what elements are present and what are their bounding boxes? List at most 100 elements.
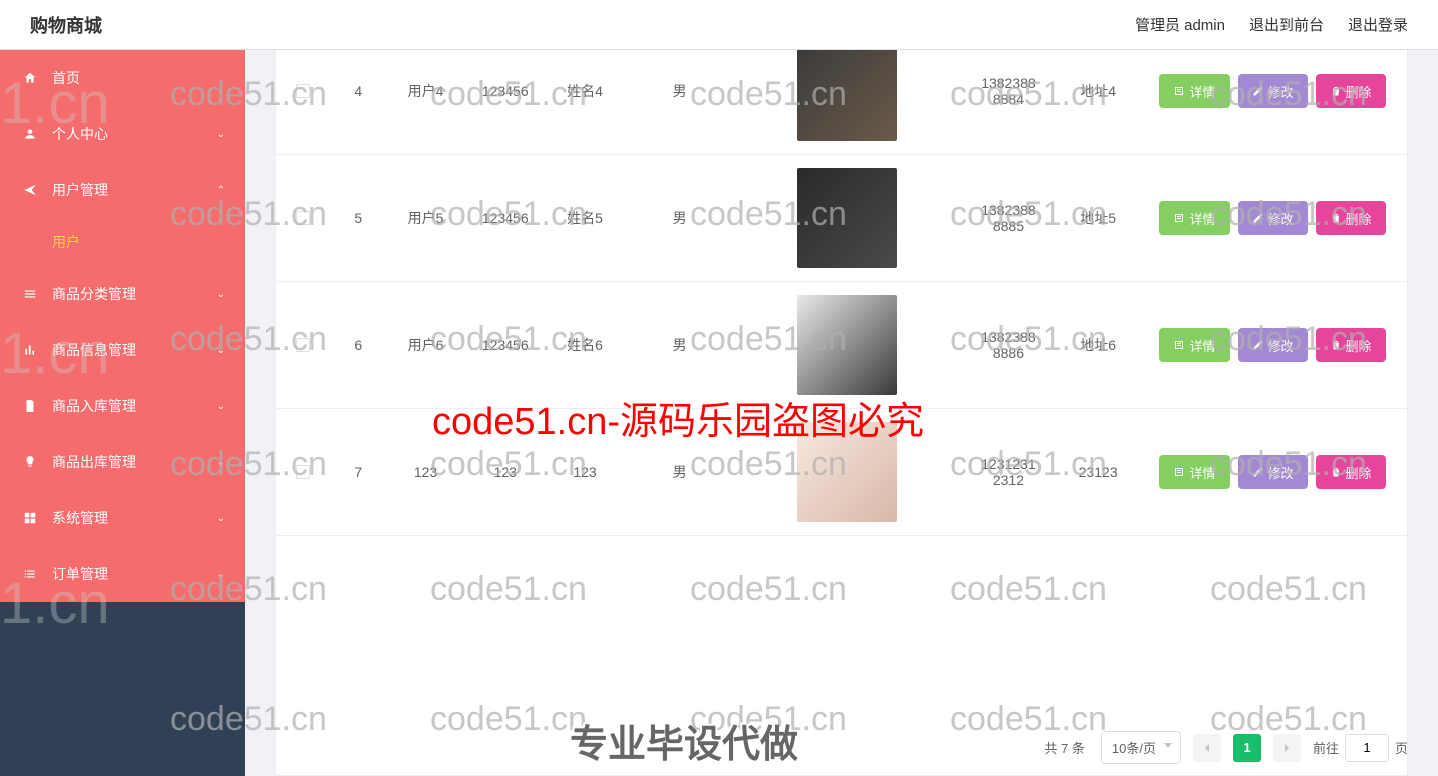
cell-password: 123456 (465, 202, 545, 234)
cell-address: 23123 (1058, 456, 1138, 488)
sidebar-label: 订单管理 (52, 564, 108, 584)
cell-user: 用户6 (386, 327, 466, 363)
bars-icon (20, 287, 40, 301)
cell-user: 123 (386, 456, 466, 488)
page-number-button[interactable]: 1 (1233, 734, 1261, 762)
page-prev-button[interactable] (1193, 734, 1221, 762)
cell-name: 123 (545, 456, 625, 488)
page-total: 共 7 条 (1044, 738, 1084, 757)
detail-button[interactable]: 详情 (1159, 201, 1229, 235)
logo: 购物商城 (30, 12, 102, 38)
sidebar-label: 商品信息管理 (52, 340, 136, 360)
sidebar-item-user-mgmt[interactable]: 用户管理 ⌃ (0, 162, 245, 218)
home-icon (20, 71, 40, 85)
avatar (797, 422, 897, 522)
edit-button[interactable]: 修改 (1238, 455, 1308, 489)
cell-user: 用户5 (386, 200, 466, 236)
doc-icon (20, 399, 40, 413)
sidebar-label: 商品出库管理 (52, 452, 136, 472)
bulb-icon (20, 455, 40, 469)
cell-id: 5 (331, 202, 386, 234)
table-row: 7123123123男1231231231223123详情修改删除 (276, 409, 1407, 536)
sidebar-item-system[interactable]: 系统管理 ⌄ (0, 490, 245, 546)
cell-id: 4 (331, 75, 386, 107)
cell-address: 地址6 (1058, 327, 1138, 363)
sidebar-item-profile[interactable]: 个人中心 ⌄ (0, 106, 245, 162)
sidebar-label: 首页 (52, 68, 80, 88)
cell-address: 地址5 (1058, 200, 1138, 236)
avatar (797, 295, 897, 395)
row-checkbox[interactable] (296, 465, 310, 479)
cell-name: 姓名5 (545, 200, 625, 236)
chevron-down-icon: ⌄ (217, 129, 225, 140)
cell-sex: 男 (625, 200, 735, 236)
row-checkbox[interactable] (296, 211, 310, 225)
cell-sex: 男 (625, 454, 735, 490)
goto-input[interactable] (1345, 734, 1389, 762)
cell-name: 姓名4 (545, 73, 625, 109)
page-size-value: 10条/页 (1112, 741, 1156, 756)
header: 购物商城 管理员 admin 退出到前台 退出登录 (0, 0, 1438, 50)
page-next-button[interactable] (1273, 734, 1301, 762)
chevron-up-icon: ⌃ (217, 185, 225, 196)
chevron-down-icon: ⌄ (217, 345, 225, 356)
sidebar-item-stock-out[interactable]: 商品出库管理 ⌄ (0, 434, 245, 490)
row-checkbox[interactable] (296, 84, 310, 98)
chevron-down-icon: ⌄ (217, 569, 225, 580)
sidebar-label: 商品分类管理 (52, 284, 136, 304)
sidebar-item-orders[interactable]: 订单管理 ⌄ (0, 546, 245, 602)
table-row: 5用户5123456姓名5男 13823888885地址5 详情修改删除 (276, 155, 1407, 282)
chevron-down-icon: ⌄ (217, 513, 225, 524)
admin-label[interactable]: 管理员 admin (1135, 14, 1225, 35)
delete-button[interactable]: 删除 (1316, 455, 1386, 489)
sidebar-item-category[interactable]: 商品分类管理 ⌄ (0, 266, 245, 322)
chevron-down-icon: ⌄ (217, 401, 225, 412)
chevron-down-icon: ⌄ (217, 289, 225, 300)
caret-down-icon (1164, 743, 1172, 748)
main-content: 3用户3123456姓名3男13823888883地址3详情修改删除4用户412… (245, 50, 1438, 776)
cell-name: 姓名6 (545, 327, 625, 363)
chart-icon (20, 343, 40, 357)
cell-password: 123456 (465, 329, 545, 361)
row-checkbox[interactable] (296, 338, 310, 352)
sidebar-label: 个人中心 (52, 124, 108, 144)
cell-user: 用户4 (386, 73, 466, 109)
sidebar-item-home[interactable]: 首页 (0, 50, 245, 106)
detail-button[interactable]: 详情 (1159, 455, 1229, 489)
page-size-select[interactable]: 10条/页 (1101, 731, 1181, 764)
cell-id: 7 (331, 456, 386, 488)
avatar (797, 168, 897, 268)
table-row: 4用户4123456姓名4男13823888884地址4详情修改删除 (276, 50, 1407, 155)
sidebar-item-stock-in[interactable]: 商品入库管理 ⌄ (0, 378, 245, 434)
cell-sex: 男 (625, 327, 735, 363)
detail-button[interactable]: 详情 (1159, 74, 1229, 108)
delete-button[interactable]: 删除 (1316, 328, 1386, 362)
sidebar-subitem-users[interactable]: 用户 (0, 218, 245, 266)
pagination: 共 7 条 10条/页 1 前往 页 (1044, 731, 1408, 764)
send-icon (20, 183, 40, 197)
logout-link[interactable]: 退出登录 (1348, 14, 1408, 35)
detail-button[interactable]: 详情 (1159, 328, 1229, 362)
goto-label-suf: 页 (1395, 738, 1408, 757)
cell-phone: 13823888885 (959, 194, 1059, 242)
edit-button[interactable]: 修改 (1238, 201, 1308, 235)
sidebar-label: 系统管理 (52, 508, 108, 528)
list-icon (20, 567, 40, 581)
sidebar-sub-label: 用户 (52, 232, 80, 252)
cell-phone: 13823888884 (959, 67, 1059, 115)
back-to-front-link[interactable]: 退出到前台 (1249, 14, 1324, 35)
user-icon (20, 127, 40, 141)
cell-phone: 12312312312 (959, 448, 1059, 496)
edit-button[interactable]: 修改 (1238, 74, 1308, 108)
cell-password: 123 (465, 456, 545, 488)
sidebar-label: 用户管理 (52, 180, 108, 200)
cell-address: 地址4 (1058, 73, 1138, 109)
cell-id: 6 (331, 329, 386, 361)
sidebar-label: 商品入库管理 (52, 396, 136, 416)
sidebar: 首页 个人中心 ⌄ 用户管理 ⌃ 用户 商品分类管理 ⌄ 商品信息管理 ⌄ 商品… (0, 50, 245, 776)
delete-button[interactable]: 删除 (1316, 201, 1386, 235)
cell-phone: 13823888886 (959, 321, 1059, 369)
sidebar-item-product-info[interactable]: 商品信息管理 ⌄ (0, 322, 245, 378)
delete-button[interactable]: 删除 (1316, 74, 1386, 108)
edit-button[interactable]: 修改 (1238, 328, 1308, 362)
